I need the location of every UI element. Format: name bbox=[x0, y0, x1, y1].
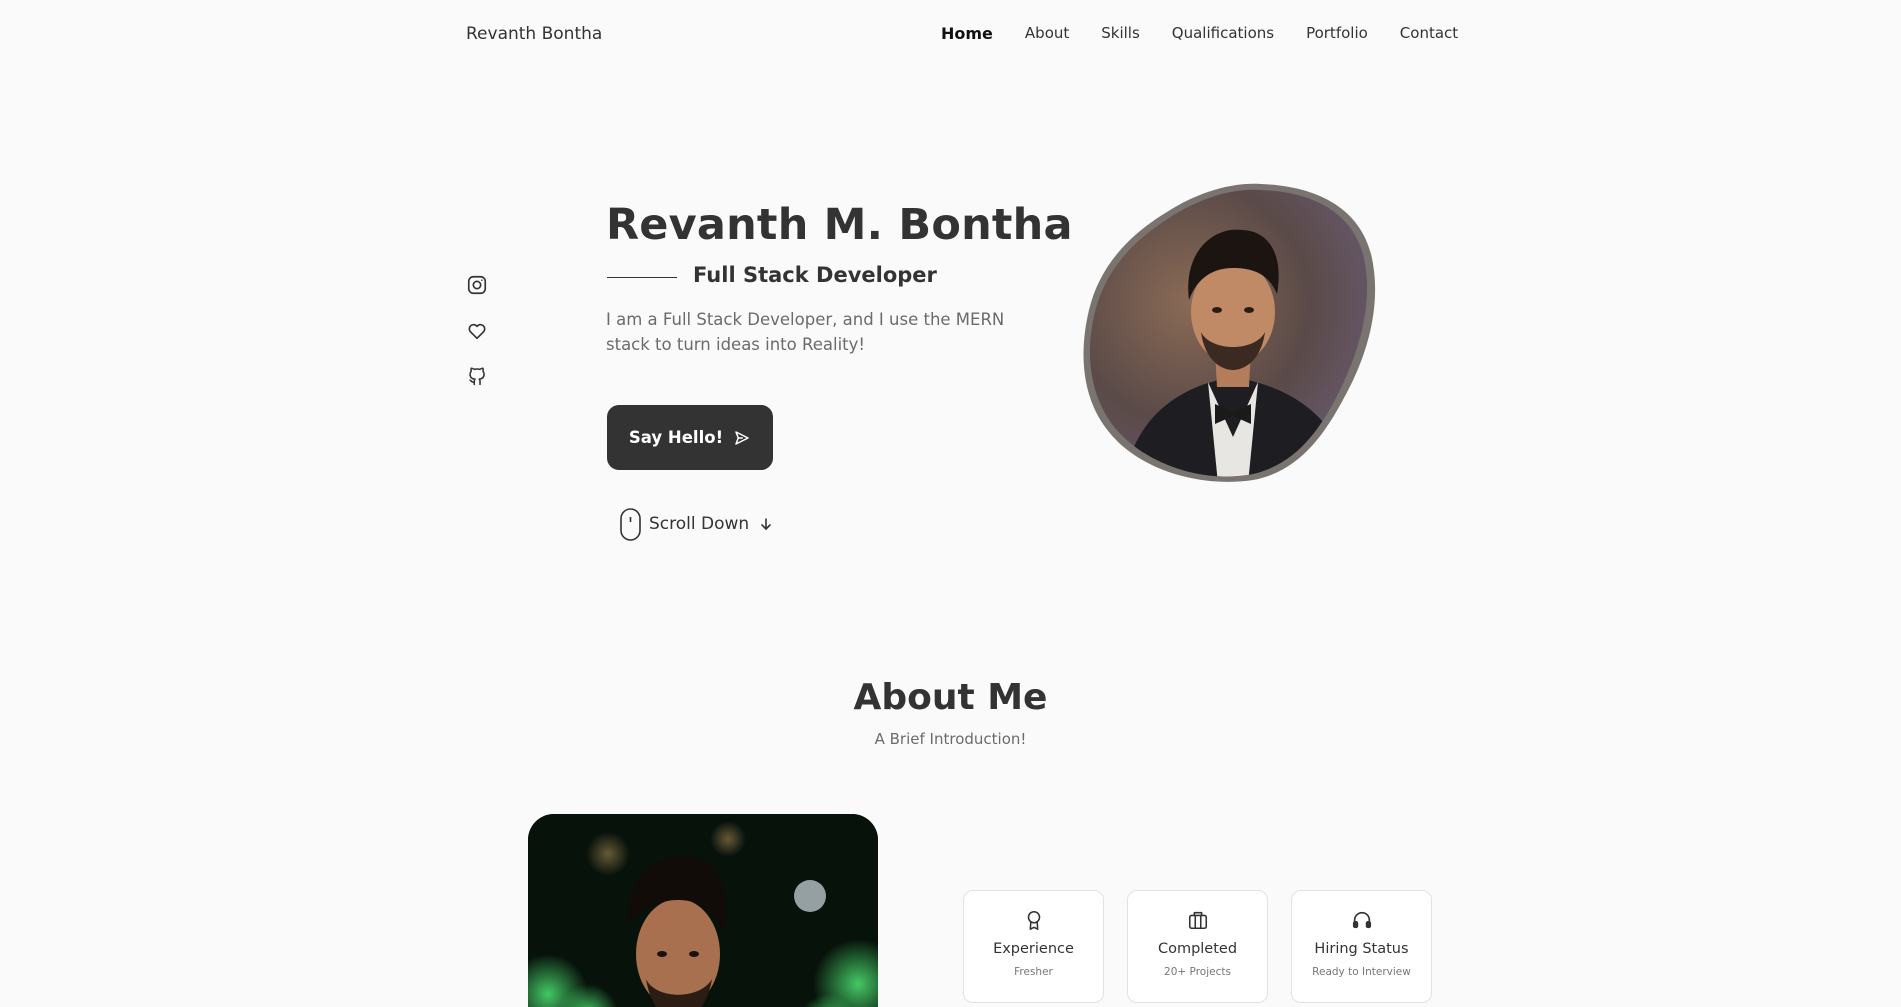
hero-title: Revanth M. Bontha bbox=[606, 200, 1073, 250]
github-icon[interactable] bbox=[466, 366, 488, 388]
hiring-status-value: Ready to Interview bbox=[1312, 966, 1411, 978]
nav-skills[interactable]: Skills bbox=[1101, 24, 1140, 46]
hero-description: I am a Full Stack Developer, and I use t… bbox=[606, 310, 1005, 354]
subtitle-divider bbox=[607, 277, 677, 278]
site-logo[interactable]: Revanth Bontha bbox=[466, 24, 602, 44]
nav-qualifications[interactable]: Qualifications bbox=[1172, 24, 1274, 46]
completed-card: Completed 20+ Projects bbox=[1127, 890, 1268, 1003]
hiring-status-title: Hiring Status bbox=[1314, 941, 1409, 957]
nav-about[interactable]: About bbox=[1025, 24, 1069, 46]
social-links bbox=[466, 274, 490, 412]
mouse-icon bbox=[620, 507, 641, 541]
say-hello-label: Say Hello! bbox=[628, 428, 724, 447]
main-nav: Home About Skills Qualifications Portfol… bbox=[941, 24, 1458, 46]
completed-value: 20+ Projects bbox=[1164, 966, 1231, 978]
experience-value: Fresher bbox=[1014, 966, 1053, 978]
about-profile-image bbox=[528, 814, 878, 1007]
instagram-icon[interactable] bbox=[466, 274, 488, 296]
hero-profile-image bbox=[1083, 183, 1376, 482]
experience-card: Experience Fresher bbox=[963, 890, 1104, 1003]
award-icon bbox=[1027, 910, 1040, 930]
hiring-status-card: Hiring Status Ready to Interview bbox=[1291, 890, 1432, 1003]
briefcase-icon bbox=[1188, 911, 1207, 930]
scroll-down-label: Scroll Down bbox=[649, 514, 750, 534]
about-title: About Me bbox=[853, 677, 1048, 718]
portfolio-page: Revanth Bontha Home About Skills Qualifi… bbox=[0, 0, 1901, 1007]
scroll-down-link[interactable]: Scroll Down bbox=[620, 507, 773, 541]
heart-icon[interactable] bbox=[466, 320, 488, 342]
completed-title: Completed bbox=[1157, 941, 1238, 957]
arrow-down-icon bbox=[761, 518, 771, 531]
nav-portfolio[interactable]: Portfolio bbox=[1306, 24, 1368, 46]
hero-subtitle: Full Stack Developer bbox=[693, 263, 937, 287]
nav-home[interactable]: Home bbox=[941, 24, 993, 46]
send-icon bbox=[735, 430, 749, 445]
site-header: Revanth Bontha Home About Skills Qualifi… bbox=[0, 0, 1901, 70]
about-subtitle: A Brief Introduction! bbox=[874, 730, 1027, 748]
experience-title: Experience bbox=[993, 941, 1074, 957]
headphones-icon bbox=[1352, 911, 1371, 929]
nav-contact[interactable]: Contact bbox=[1400, 24, 1458, 46]
say-hello-button[interactable]: Say Hello! bbox=[607, 405, 773, 470]
